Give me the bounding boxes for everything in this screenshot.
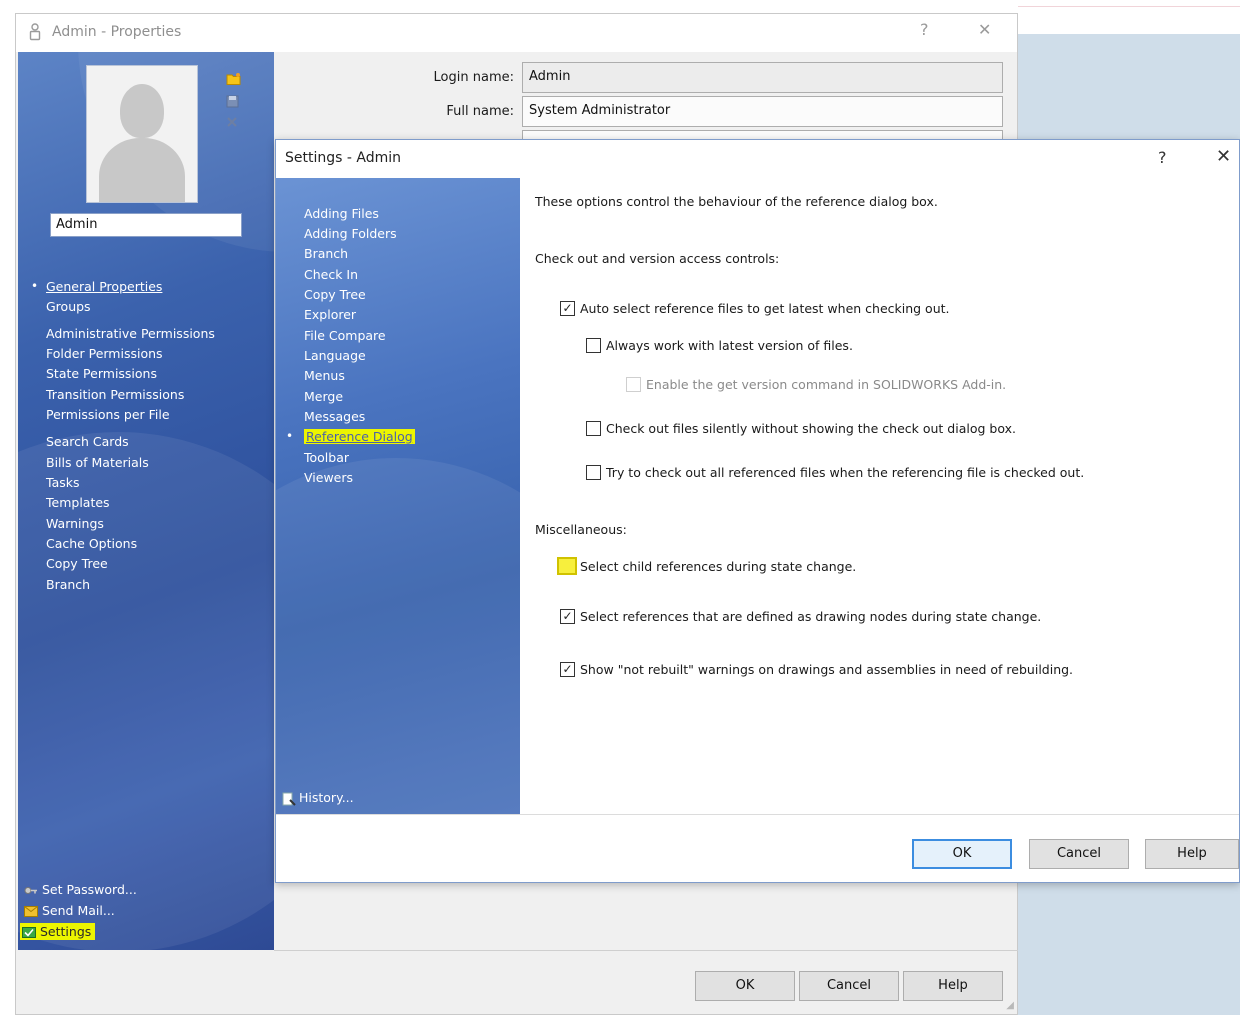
reference-dialog-options: These options control the behaviour of t… [520,178,1240,814]
selected-bullet: • [286,429,294,443]
full-name-label: Full name: [446,104,514,119]
nav-item-label: Reference Dialog [304,429,415,444]
nav-item-language[interactable]: Language [304,348,366,363]
silent-checkout-checkbox[interactable] [586,421,601,436]
sidebar-item-bills-of-materials[interactable]: Bills of Materials [46,455,149,470]
nav-item-explorer[interactable]: Explorer [304,307,356,322]
cancel-button[interactable]: Cancel [1029,839,1129,869]
settings-dialog: Settings - Admin ? ✕ Adding Files Adding… [275,139,1240,883]
key-icon [24,887,37,894]
sidebar-item-groups[interactable]: Groups [46,299,91,314]
footer-divider [276,814,1239,815]
sidebar-item-templates[interactable]: Templates [46,495,110,510]
send-mail-label: Send Mail... [42,903,115,918]
nav-item-adding-folders[interactable]: Adding Folders [304,226,397,241]
sidebar-item-branch[interactable]: Branch [46,577,90,592]
sidebar-item-transition-permissions[interactable]: Transition Permissions [46,387,184,402]
properties-titlebar: Admin - Properties ? ✕ [16,14,1017,52]
enable-get-version-label: Enable the get version command in SOLIDW… [646,377,1007,392]
history-label: History... [299,790,354,805]
section-heading: Miscellaneous: [535,522,627,537]
silent-checkout-label: Check out files silently without showing… [606,421,1016,436]
try-checkout-all-checkbox[interactable] [586,465,601,480]
nav-item-reference-dialog[interactable]: • Reference Dialog [286,429,415,444]
sidebar-item-cache-options[interactable]: Cache Options [46,536,137,551]
auto-select-checkbox[interactable]: ✓ [560,301,575,316]
history-link[interactable]: History... [282,790,354,806]
save-icon[interactable] [226,95,239,108]
nav-swirl [276,458,520,814]
settings-checkbox-icon [22,927,36,938]
avatar-head [120,84,164,138]
not-rebuilt-checkbox[interactable]: ✓ [560,662,575,677]
close-button[interactable]: ✕ [978,20,991,39]
nav-item-adding-files[interactable]: Adding Files [304,206,379,221]
user-icon [29,23,41,41]
try-checkout-all-label: Try to check out all referenced files wh… [606,465,1085,480]
help-button[interactable]: Help [903,971,1003,1001]
not-rebuilt-label: Show "not rebuilt" warnings on drawings … [580,662,1074,677]
settings-title: Settings - Admin [285,150,401,166]
child-references-checkbox[interactable] [557,557,577,575]
help-button[interactable]: ? [1158,148,1167,167]
settings-link[interactable]: Settings [20,923,96,940]
nav-item-menus[interactable]: Menus [304,368,345,383]
nav-item-toolbar[interactable]: Toolbar [304,450,349,465]
nav-item-file-compare[interactable]: File Compare [304,328,386,343]
nav-item-merge[interactable]: Merge [304,389,343,404]
delete-icon[interactable] [226,116,238,128]
sidebar-item-search-cards[interactable]: Search Cards [46,434,129,449]
enable-get-version-checkbox [626,377,641,392]
login-name-field[interactable]: Admin [522,62,1003,93]
nav-item-viewers[interactable]: Viewers [304,470,353,485]
ok-button[interactable]: OK [912,839,1012,869]
resize-grip-icon[interactable]: ◢ [1006,1000,1014,1011]
always-latest-checkbox[interactable] [586,338,601,353]
set-password-label: Set Password... [42,882,137,897]
nav-item-branch[interactable]: Branch [304,246,348,261]
full-name-field[interactable]: System Administrator [522,96,1003,127]
settings-nav: Adding Files Adding Folders Branch Check… [276,178,520,814]
sidebar-item-state-permissions[interactable]: State Permissions [46,366,157,381]
help-button[interactable]: Help [1145,839,1239,869]
sidebar-item-administrative-permissions[interactable]: Administrative Permissions [46,326,215,341]
set-password-link[interactable]: Set Password... [24,882,137,897]
intro-text: These options control the behaviour of t… [535,194,938,209]
sidebar-item-label: General Properties [46,279,163,294]
footer-divider [274,950,1018,951]
always-latest-label: Always work with latest version of files… [606,338,853,353]
nav-item-check-in[interactable]: Check In [304,267,358,282]
auto-select-label: Auto select reference files to get lates… [580,301,950,316]
nav-item-copy-tree[interactable]: Copy Tree [304,287,366,302]
history-icon [282,792,296,806]
sidebar-item-permissions-per-file[interactable]: Permissions per File [46,407,170,422]
user-name-field[interactable]: Admin [50,213,242,237]
ok-button[interactable]: OK [695,971,795,1001]
open-folder-icon[interactable] [226,72,242,86]
sidebar-item-tasks[interactable]: Tasks [46,475,80,490]
close-button[interactable]: ✕ [1216,146,1231,167]
send-mail-link[interactable]: Send Mail... [24,903,115,918]
cancel-button[interactable]: Cancel [799,971,899,1001]
properties-title: Admin - Properties [52,24,182,40]
drawing-nodes-label: Select references that are defined as dr… [580,609,1042,624]
login-name-label: Login name: [433,70,514,85]
desktop-top-line [1018,6,1240,7]
child-references-label: Select child references during state cha… [580,559,857,574]
sidebar-item-general-properties[interactable]: • General Properties [31,279,163,294]
user-avatar [86,65,198,203]
sidebar-item-folder-permissions[interactable]: Folder Permissions [46,346,163,361]
properties-sidebar: Admin • General Properties Groups Admini… [18,52,274,950]
sidebar-item-copy-tree[interactable]: Copy Tree [46,556,108,571]
mail-icon [24,906,38,917]
drawing-nodes-checkbox[interactable]: ✓ [560,609,575,624]
avatar-body [99,138,185,202]
help-button[interactable]: ? [920,20,929,39]
nav-item-messages[interactable]: Messages [304,409,365,424]
settings-label: Settings [40,924,92,939]
sidebar-item-warnings[interactable]: Warnings [46,516,104,531]
selected-bullet: • [31,279,39,293]
section-heading: Check out and version access controls: [535,251,780,266]
